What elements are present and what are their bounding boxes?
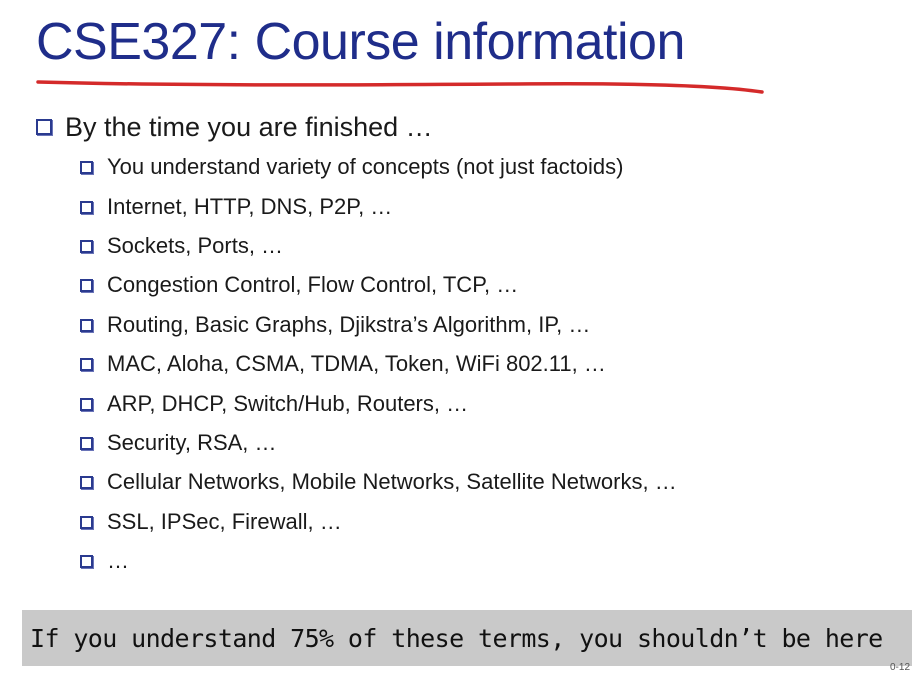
- sub-bullet: SSL, IPSec, Firewall, …: [80, 507, 342, 537]
- checkbox-bullet-icon: [80, 318, 93, 332]
- sub-bullet-text: Internet, HTTP, DNS, P2P, …: [107, 194, 393, 219]
- sub-bullet-text: Cellular Networks, Mobile Networks, Sate…: [107, 469, 677, 494]
- checkbox-bullet-icon: [80, 200, 93, 214]
- sub-bullet-text: Security, RSA, …: [107, 430, 277, 455]
- checkbox-bullet-icon: [80, 554, 93, 568]
- sub-bullet: ARP, DHCP, Switch/Hub, Routers, …: [80, 389, 468, 419]
- checkbox-bullet-icon: [80, 357, 93, 371]
- slide: CSE327: Course information By the time y…: [0, 0, 912, 673]
- sub-bullet-text: SSL, IPSec, Firewall, …: [107, 509, 342, 534]
- title-underline: [36, 80, 764, 94]
- checkbox-bullet-icon: [36, 119, 52, 135]
- sub-bullet: Congestion Control, Flow Control, TCP, …: [80, 270, 518, 300]
- sub-bullet: Security, RSA, …: [80, 428, 277, 458]
- main-bullet-text: By the time you are finished …: [65, 112, 433, 142]
- sub-bullet-text: Sockets, Ports, …: [107, 233, 284, 258]
- sub-bullet: Sockets, Ports, …: [80, 231, 283, 261]
- sub-bullet-text: MAC, Aloha, CSMA, TDMA, Token, WiFi 802.…: [107, 351, 606, 376]
- callout-box: If you understand 75% of these terms, yo…: [22, 610, 912, 666]
- sub-bullet: Internet, HTTP, DNS, P2P, …: [80, 192, 392, 222]
- sub-bullet-text: You understand variety of concepts (not …: [107, 154, 624, 179]
- checkbox-bullet-icon: [80, 515, 93, 529]
- checkbox-bullet-icon: [80, 160, 93, 174]
- checkbox-bullet-icon: [80, 239, 93, 253]
- sub-bullet-text: Routing, Basic Graphs, Djikstra’s Algori…: [107, 312, 591, 337]
- callout-text: If you understand 75% of these terms, yo…: [30, 623, 883, 653]
- checkbox-bullet-icon: [80, 475, 93, 489]
- checkbox-bullet-icon: [80, 436, 93, 450]
- checkbox-bullet-icon: [80, 278, 93, 292]
- sub-bullet-text: ARP, DHCP, Switch/Hub, Routers, …: [107, 391, 469, 416]
- sub-bullet: …: [80, 546, 129, 576]
- main-bullet: By the time you are finished …: [36, 109, 433, 145]
- sub-bullet: You understand variety of concepts (not …: [80, 152, 623, 182]
- sub-bullet: MAC, Aloha, CSMA, TDMA, Token, WiFi 802.…: [80, 349, 606, 379]
- sub-bullet-text: …: [107, 548, 129, 573]
- checkbox-bullet-icon: [80, 397, 93, 411]
- sub-bullet: Cellular Networks, Mobile Networks, Sate…: [80, 467, 677, 497]
- sub-bullet: Routing, Basic Graphs, Djikstra’s Algori…: [80, 310, 590, 340]
- page-number: 0-12: [889, 662, 910, 673]
- slide-title: CSE327: Course information: [36, 13, 685, 71]
- sub-bullet-text: Congestion Control, Flow Control, TCP, …: [107, 272, 519, 297]
